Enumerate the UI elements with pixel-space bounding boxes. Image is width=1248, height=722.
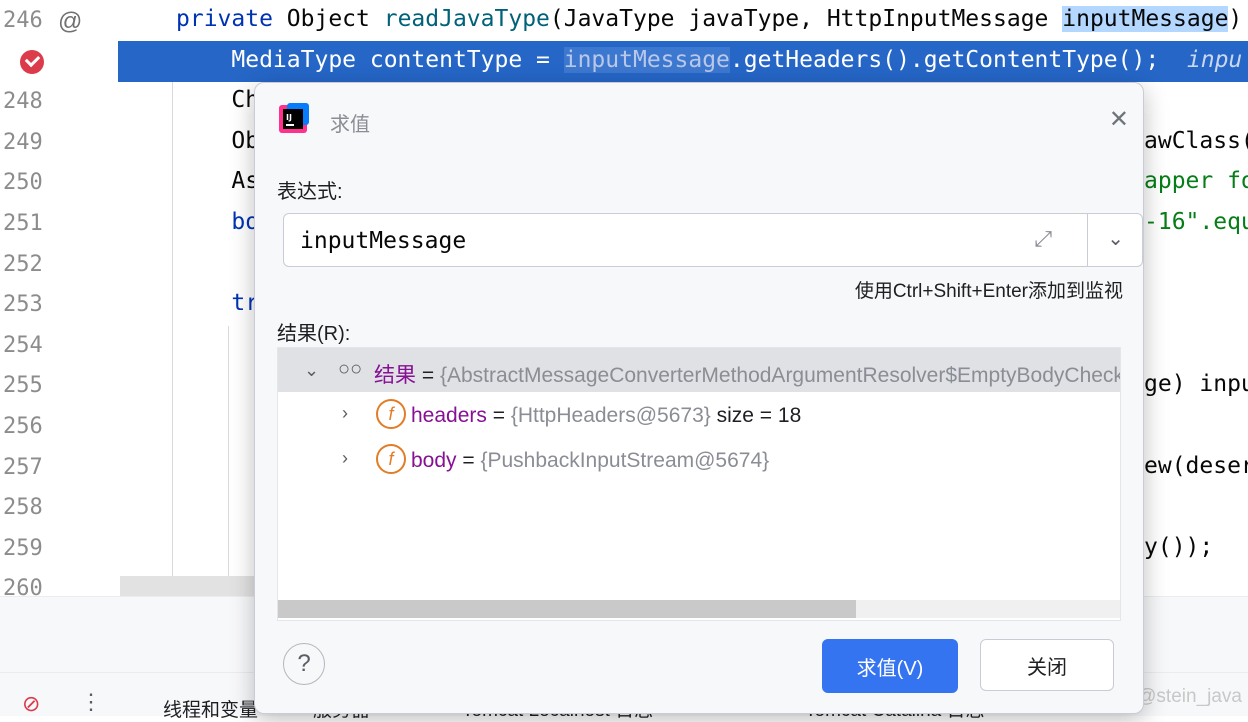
indent-guide bbox=[228, 326, 229, 596]
code-token: inputMessage bbox=[563, 46, 730, 73]
tree-row-body[interactable]: › f body = {PushbackInputStream@5674} bbox=[278, 438, 1120, 482]
tab-threads-variables[interactable]: 线程和变量 bbox=[163, 695, 258, 722]
code-token: bo bbox=[176, 209, 260, 235]
tree-row-text: 结果 = {AbstractMessageConverterMethodArgu… bbox=[374, 359, 1121, 389]
glasses-icon: ○○ bbox=[338, 358, 363, 380]
field-icon: f bbox=[376, 444, 406, 474]
result-tree[interactable]: ⌄ ○○ 结果 = {AbstractMessageConverterMetho… bbox=[277, 347, 1121, 621]
code-text: tr bbox=[176, 290, 259, 316]
expression-label: 表达式: bbox=[277, 181, 343, 203]
code-token: tr bbox=[176, 290, 260, 317]
dialog-title: 求值 bbox=[330, 114, 370, 136]
code-text: As bbox=[176, 168, 259, 194]
line-number[interactable]: 255 bbox=[3, 373, 43, 398]
watch-hint: 使用Ctrl+Shift+Enter添加到监视 bbox=[854, 281, 1123, 302]
expression-field[interactable]: ⤢ ⌄ bbox=[283, 213, 1143, 267]
close-icon[interactable]: ✕ bbox=[1109, 105, 1129, 134]
line-number[interactable]: 253 bbox=[3, 292, 43, 317]
code-token: As bbox=[176, 168, 260, 195]
body-value: {PushbackInputStream@5674} bbox=[480, 449, 770, 472]
code-fragment: ge) inpu bbox=[1144, 371, 1248, 398]
code-text: Ob bbox=[176, 128, 259, 154]
code-fragment: -16".equ bbox=[1144, 209, 1248, 235]
evaluate-button[interactable]: 求值(V) bbox=[822, 639, 958, 693]
expand-icon[interactable]: ⤢ bbox=[1034, 226, 1052, 252]
svg-text:IJ: IJ bbox=[286, 113, 292, 122]
close-button[interactable]: 关闭 bbox=[980, 639, 1114, 691]
result-name: 结果 bbox=[374, 364, 416, 387]
line-number[interactable]: 257 bbox=[3, 455, 43, 480]
help-button[interactable]: ? bbox=[283, 643, 325, 685]
headers-eq: = bbox=[486, 404, 511, 427]
code-text: Ch bbox=[176, 87, 259, 113]
code-token: inputMessage bbox=[1062, 6, 1229, 32]
more-options-icon[interactable]: ⋮ bbox=[80, 689, 102, 715]
line-number[interactable]: 246 bbox=[3, 8, 43, 33]
chevron-down-icon[interactable]: ⌄ bbox=[304, 360, 319, 381]
override-icon[interactable]: @ bbox=[58, 8, 82, 36]
code-text: MediaType contentType = inputMessage.get… bbox=[176, 46, 1243, 73]
code-token: private bbox=[176, 6, 287, 32]
dropdown-separator bbox=[1087, 214, 1088, 266]
code-text: bo bbox=[176, 209, 259, 235]
line-number[interactable]: 260 bbox=[3, 576, 43, 596]
chevron-right-icon[interactable]: › bbox=[342, 448, 348, 469]
line-number[interactable]: 250 bbox=[3, 170, 43, 195]
result-eq: = bbox=[416, 364, 440, 387]
evaluate-dialog: IJ 求值 ✕ 表达式: ⤢ ⌄ 使用Ctrl+Shift+Enter添加到监视… bbox=[254, 82, 1144, 714]
code-fragment: y()); bbox=[1144, 533, 1214, 560]
line-number[interactable]: 251 bbox=[3, 211, 43, 236]
code-fragment: awClass( bbox=[1144, 127, 1248, 154]
headers-name: headers bbox=[411, 404, 487, 427]
result-label: 结果(R): bbox=[277, 323, 351, 345]
code-token: Ob bbox=[176, 127, 260, 154]
body-name: body bbox=[411, 449, 457, 472]
indent-guide bbox=[172, 82, 173, 596]
breakpoint-icon[interactable] bbox=[20, 49, 44, 74]
tree-row-text: headers = {HttpHeaders@5673} size = 18 bbox=[411, 404, 801, 428]
code-token: (JavaType javaType, HttpInputMessage bbox=[549, 6, 1063, 32]
intellij-logo-icon: IJ bbox=[279, 103, 309, 133]
code-token: Ch bbox=[176, 87, 260, 114]
result-value: {AbstractMessageConverterMethodArgumentR… bbox=[439, 364, 1121, 387]
headers-value: {HttpHeaders@5673} bbox=[510, 404, 711, 427]
code-token: .getHeaders().getContentType(); bbox=[729, 46, 1187, 73]
line-number[interactable]: 249 bbox=[3, 130, 43, 155]
line-number[interactable]: 259 bbox=[3, 536, 43, 561]
mute-breakpoints-icon[interactable]: ⊘ bbox=[22, 691, 40, 717]
line-number[interactable]: 254 bbox=[3, 333, 43, 358]
headers-size: size = 18 bbox=[710, 404, 802, 427]
code-text: private Object readJavaType(JavaType jav… bbox=[176, 6, 1242, 32]
line-number[interactable]: 258 bbox=[3, 495, 43, 520]
body-eq: = bbox=[456, 449, 481, 472]
code-token: ) bbox=[1228, 6, 1243, 32]
tree-horizontal-scrollbar[interactable] bbox=[278, 600, 1120, 618]
code-fragment: apper for bbox=[1144, 168, 1248, 195]
tree-row-headers[interactable]: › f headers = {HttpHeaders@5673} size = … bbox=[278, 393, 1120, 437]
line-number[interactable]: 252 bbox=[3, 252, 43, 277]
line-number[interactable]: 256 bbox=[3, 414, 43, 439]
code-line[interactable]: 246 @ private Object readJavaType(JavaType… bbox=[0, 0, 1248, 41]
expression-input[interactable] bbox=[298, 224, 1002, 258]
code-fragment: ew(deser bbox=[1144, 452, 1248, 479]
chevron-right-icon[interactable]: › bbox=[342, 403, 348, 424]
tree-row-result[interactable]: ⌄ ○○ 结果 = {AbstractMessageConverterMetho… bbox=[278, 348, 1120, 392]
field-icon: f bbox=[376, 399, 406, 429]
code-line[interactable]: MediaType contentType = inputMessage.get… bbox=[118, 40, 1248, 82]
code-token: inpu bbox=[1186, 46, 1243, 73]
line-number[interactable]: 248 bbox=[3, 89, 43, 114]
tree-row-text: body = {PushbackInputStream@5674} bbox=[411, 449, 769, 473]
chevron-down-icon[interactable]: ⌄ bbox=[1107, 226, 1124, 251]
code-token: Object bbox=[286, 6, 384, 32]
tree-scrollbar-thumb[interactable] bbox=[278, 600, 856, 618]
code-token: readJavaType bbox=[383, 6, 550, 32]
code-token: MediaType contentType = bbox=[176, 46, 564, 73]
